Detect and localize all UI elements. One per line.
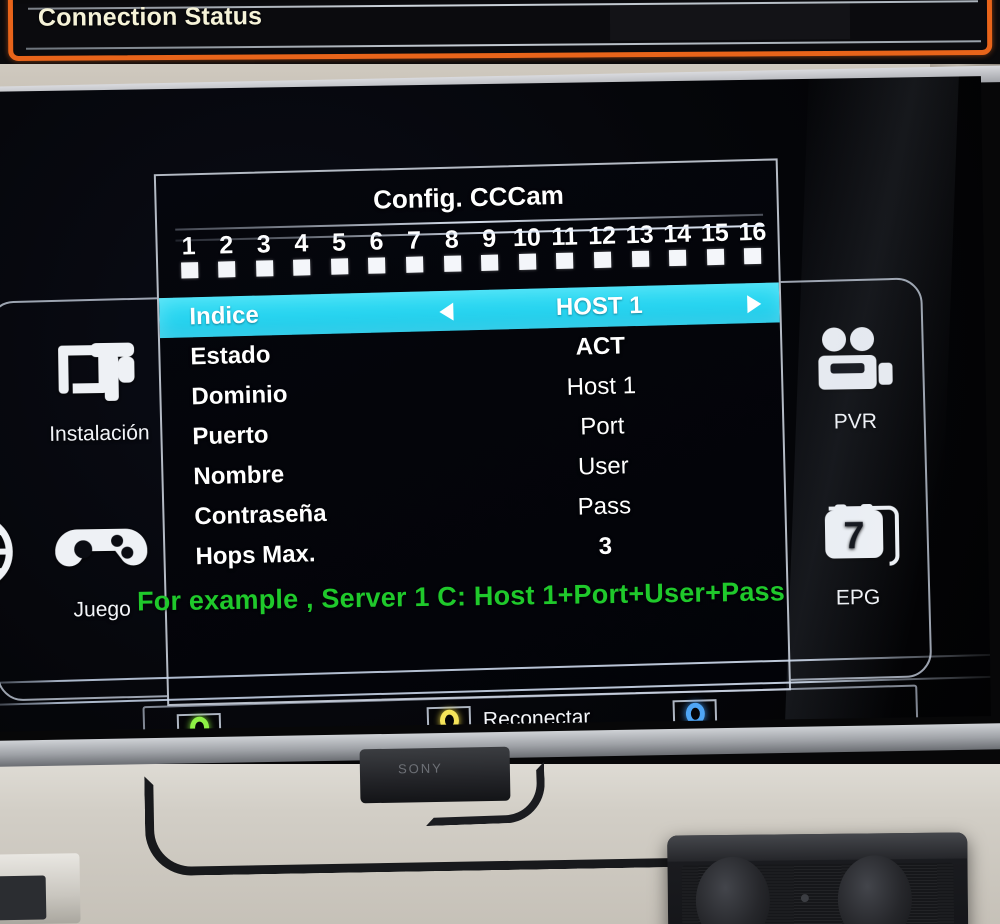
config-row-value[interactable]: User: [503, 450, 704, 483]
host-slot-checkbox[interactable]: [556, 252, 574, 270]
config-row-label: Dominio: [191, 380, 288, 411]
host-slot-checkbox[interactable]: [255, 260, 274, 277]
host-slot-checkbox[interactable]: [180, 262, 198, 279]
host-slot-number: 14: [662, 219, 692, 249]
host-slot-checkbox[interactable]: [706, 249, 725, 266]
banner-orange-frame: [7, 0, 993, 62]
host-slot-number: 10: [512, 223, 542, 253]
screen-glare: [782, 76, 961, 732]
host-slot-checkbox[interactable]: [669, 250, 687, 267]
host-slot-checkbox[interactable]: [593, 251, 612, 269]
host-slot-number: 2: [218, 231, 234, 260]
host-slot-number: 7: [406, 226, 422, 255]
connection-status-banner: Connection Status: [0, 0, 1000, 64]
config-row-label: Contraseña: [194, 499, 327, 531]
host-slot-number: 13: [625, 220, 654, 250]
host-slot-number: 11: [550, 222, 579, 252]
host-slot-checkbox[interactable]: [406, 256, 424, 274]
config-row-label: Indice: [189, 301, 260, 331]
config-row-label: Puerto: [192, 421, 269, 451]
host-slot-checkbox[interactable]: [481, 254, 499, 272]
config-row-label: Estado: [190, 341, 271, 371]
host-slot-checkbox[interactable]: [518, 253, 537, 271]
host-slot-checkbox[interactable]: [293, 259, 311, 276]
host-slot-number: 3: [256, 230, 272, 259]
host-slot-checkbox[interactable]: [443, 255, 462, 273]
tv-photo-scene: cio Instalación CAS: [0, 64, 1000, 924]
config-row-value[interactable]: Port: [502, 410, 703, 443]
config-row-label: Hops Max.: [195, 540, 316, 571]
config-rows-list: Indice HOST 1 Estado ACT Dominio Host 1 Puerto…: [158, 282, 790, 578]
arrow-left-icon[interactable]: [439, 302, 454, 322]
host-slot-number: 12: [587, 221, 617, 251]
speaker: [667, 832, 969, 924]
speaker-top: [667, 832, 968, 862]
dialog-title: Config. CCCam: [372, 179, 565, 215]
host-slot-number: 4: [294, 229, 309, 258]
host-slot-number: 6: [369, 227, 384, 256]
screenshot-root: Connection Status Instalación Juego Conf…: [0, 0, 1000, 924]
host-slot-checkbox[interactable]: [744, 248, 762, 265]
config-row-value[interactable]: Pass: [504, 490, 705, 523]
host-slot-number: 9: [481, 224, 497, 253]
arrow-right-icon[interactable]: [747, 294, 762, 314]
host-slot-number: 15: [700, 218, 730, 248]
sony-brand-label: SONY: [397, 760, 443, 777]
config-row-label: Nombre: [193, 460, 285, 491]
host-slot-number: 8: [444, 225, 460, 254]
host-slot-checkbox[interactable]: [368, 257, 386, 275]
host-slot-number: 16: [738, 217, 767, 247]
menu-item-instalacion-label: Instalación: [49, 421, 150, 446]
gamepad-icon: [16, 503, 187, 598]
host-slot-number: 5: [331, 228, 347, 257]
config-row-value[interactable]: HOST 1: [499, 290, 700, 323]
left-device-face: [0, 875, 47, 921]
host-slot-checkbox[interactable]: [218, 261, 236, 278]
host-slot-checkbox[interactable]: [330, 258, 349, 275]
tv-screen: cio Instalación CAS: [0, 76, 991, 732]
config-row-value[interactable]: ACT: [500, 330, 701, 363]
cccam-config-dialog: Config. CCCam 1 2 3 4 5 6 7 8 9 10 11 12 13 14 15 16 In…: [153, 158, 792, 707]
config-row-value[interactable]: 3: [505, 530, 706, 563]
config-row-value[interactable]: Host 1: [501, 370, 702, 403]
host-slot-number: 1: [181, 232, 196, 261]
host-slot-checkbox[interactable]: [631, 250, 649, 268]
speaker-led: [800, 894, 809, 903]
